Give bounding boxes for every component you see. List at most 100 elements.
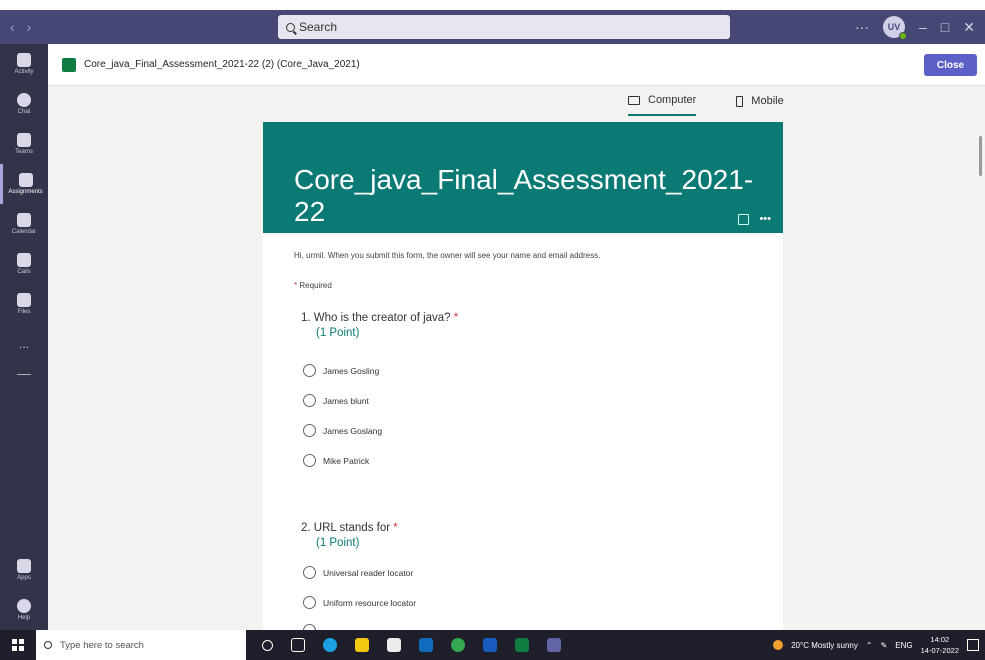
radio-button[interactable] xyxy=(303,364,316,377)
option-label: James blunt xyxy=(323,395,369,406)
chat-icon xyxy=(17,93,31,107)
option-row[interactable]: Uniform resource locator xyxy=(303,596,416,609)
edge-icon[interactable] xyxy=(323,638,337,652)
excel-icon[interactable] xyxy=(515,638,529,652)
phone-icon xyxy=(17,253,31,267)
tab-computer[interactable]: Computer xyxy=(628,94,697,116)
rail-item-activity[interactable]: Activity xyxy=(0,44,48,84)
rail-item-assignments[interactable]: Assignments xyxy=(0,164,48,204)
monitor-icon xyxy=(628,95,640,105)
store-icon[interactable] xyxy=(387,638,401,652)
option-row[interactable]: James blunt xyxy=(303,394,369,407)
rail-label: Teams xyxy=(15,149,33,155)
banner-actions: ••• xyxy=(738,213,771,225)
radio-button[interactable] xyxy=(303,424,316,437)
form-title: Core_java_Final_Assessment_2021-22 xyxy=(294,164,754,227)
option-row[interactable]: Universal reader locator xyxy=(303,566,413,579)
scrollbar[interactable] xyxy=(979,136,982,176)
option-label: James Gosling xyxy=(323,365,380,376)
calendar-icon xyxy=(17,213,31,227)
forward-arrow-icon[interactable]: › xyxy=(27,19,32,35)
word-icon[interactable] xyxy=(483,638,497,652)
language-indicator[interactable]: ENG xyxy=(895,641,912,650)
option-row[interactable]: James Gosling xyxy=(303,364,379,377)
rail-item-teams[interactable]: Teams xyxy=(0,124,48,164)
mail-icon[interactable] xyxy=(419,638,433,652)
phone-icon xyxy=(736,95,744,107)
windows-taskbar: Type here to search 20°C Mostly sunny ⌃ … xyxy=(0,630,985,660)
rail-label: Files xyxy=(17,309,31,315)
notifications-icon[interactable] xyxy=(967,639,979,651)
tab-label: Mobile xyxy=(751,95,784,107)
weather-text[interactable]: 20°C Mostly sunny xyxy=(791,641,858,650)
nav-arrows: ‹ › xyxy=(0,19,60,35)
file-explorer-icon[interactable] xyxy=(355,638,369,652)
clock[interactable]: 14:02 14-07-2022 xyxy=(921,634,959,656)
teams-window: ‹ › Search ··· UV – □ ✕ Activity Chat Te… xyxy=(0,0,985,660)
rail-item-more[interactable]: ... xyxy=(0,324,48,364)
tab-mobile[interactable]: Mobile xyxy=(736,94,784,116)
search-placeholder: Search xyxy=(299,20,338,34)
taskbar-search-placeholder: Type here to search xyxy=(60,639,144,651)
windows-start-icon[interactable] xyxy=(12,639,24,651)
more-apps-icon: ... xyxy=(18,337,29,351)
option-row[interactable]: James Goslang xyxy=(303,424,382,437)
form-card: Core_java_Final_Assessment_2021-22 ••• H… xyxy=(263,122,783,630)
more-options-icon[interactable]: ··· xyxy=(855,19,869,35)
question-2: 2. URL stands for * (1 Point) xyxy=(301,522,398,549)
radio-button[interactable] xyxy=(303,454,316,467)
more-options-icon[interactable]: ••• xyxy=(759,213,771,225)
view-tabs: Computer Mobile xyxy=(628,94,784,116)
form-intro: Hi, urmil. When you submit this form, th… xyxy=(294,251,601,260)
radio-button[interactable] xyxy=(303,596,316,609)
teams-taskbar-icon[interactable] xyxy=(547,638,561,652)
chevron-up-icon[interactable]: ⌃ xyxy=(866,641,873,650)
back-arrow-icon[interactable]: ‹ xyxy=(10,19,15,35)
rail-label: Apps xyxy=(17,575,31,581)
question-points: (1 Point) xyxy=(316,327,360,339)
rail-label: Calls xyxy=(17,269,31,275)
pen-icon[interactable]: ✎ xyxy=(881,641,888,650)
file-header: Core_java_Final_Assessment_2021-22 (2) (… xyxy=(48,44,985,86)
cortana-icon[interactable] xyxy=(262,639,273,651)
required-star: * xyxy=(393,522,398,534)
option-row[interactable]: Mike Patrick xyxy=(303,454,369,467)
avatar[interactable]: UV xyxy=(883,16,907,40)
question-text: 1. Who is the creator of java? xyxy=(301,312,451,324)
app-rail: Activity Chat Teams Assignments Calendar… xyxy=(0,44,48,630)
form-banner: Core_java_Final_Assessment_2021-22 ••• xyxy=(263,122,783,233)
radio-button[interactable] xyxy=(303,394,316,407)
tab-label: Computer xyxy=(648,94,697,106)
chrome-icon[interactable] xyxy=(451,638,465,652)
rail-item-files[interactable]: Files xyxy=(0,284,48,324)
bell-icon xyxy=(17,53,31,67)
maximize-icon[interactable]: □ xyxy=(941,19,949,35)
rail-divider xyxy=(17,374,31,375)
rail-item-chat[interactable]: Chat xyxy=(0,84,48,124)
close-window-icon[interactable]: ✕ xyxy=(963,19,975,36)
question-title: 2. URL stands for * xyxy=(301,522,398,534)
immersive-reader-icon[interactable] xyxy=(738,213,750,225)
taskbar-apps xyxy=(262,638,561,652)
question-title: 1. Who is the creator of java? * xyxy=(301,312,458,324)
taskbar-search-input[interactable]: Type here to search xyxy=(36,630,246,660)
assignments-icon xyxy=(18,173,33,187)
rail-item-apps[interactable]: Apps xyxy=(0,550,48,590)
task-view-icon[interactable] xyxy=(291,638,305,652)
weather-icon xyxy=(773,640,784,650)
question-text: 2. URL stands for xyxy=(301,522,391,534)
required-note: * Required xyxy=(294,281,332,290)
rail-item-help[interactable]: Help xyxy=(0,590,48,630)
search-icon xyxy=(44,641,52,649)
close-button[interactable]: Close xyxy=(924,54,977,76)
minimize-icon[interactable]: – xyxy=(919,19,927,35)
excel-file-icon xyxy=(62,57,76,72)
system-tray: 20°C Mostly sunny ⌃ ✎ ENG 14:02 14-07-20… xyxy=(773,630,979,660)
rail-item-calendar[interactable]: Calendar xyxy=(0,204,48,244)
search-input[interactable]: Search xyxy=(278,15,730,39)
option-label: Uniform resource locator xyxy=(323,597,417,608)
rail-label: Chat xyxy=(17,109,31,115)
radio-button[interactable] xyxy=(303,566,316,579)
teams-icon xyxy=(17,133,31,147)
rail-item-calls[interactable]: Calls xyxy=(0,244,48,284)
